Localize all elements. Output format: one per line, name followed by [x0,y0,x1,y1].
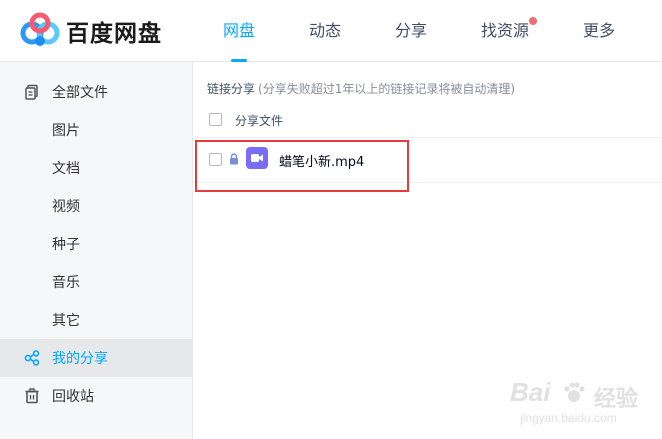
watermark-url: jingyan.baidu.com [520,411,617,425]
sidebar-item-label: 视频 [52,199,80,215]
sidebar-item-documents[interactable]: 文档 [0,149,193,187]
select-all-checkbox[interactable] [209,113,222,126]
sidebar-item-label: 图片 [52,123,80,139]
sidebar-item-torrents[interactable]: 种子 [0,225,193,263]
section-note: (分享失败超过1年以上的链接记录将被自动清理) [258,82,516,96]
sidebar-item-label: 文档 [52,161,80,177]
sidebar-item-label: 全部文件 [52,85,108,101]
sidebar-item-label: 其它 [52,313,80,329]
trash-icon [25,388,39,404]
nav-tab-more[interactable]: 更多 [583,0,615,62]
watermark-brand-cn: 经验 [594,387,639,412]
share-icon [24,350,40,366]
sidebar-item-label: 回收站 [52,389,94,405]
column-title-shared-files: 分享文件 [235,114,284,128]
nav-tab-label: 更多 [583,21,616,40]
top-nav: 网盘 动态 分享 找资源 更多 [0,0,662,62]
nav-tab-label: 分享 [395,21,428,40]
nav-tab-find-resources[interactable]: 找资源 [481,0,538,62]
top-header: 百度网盘 网盘 动态 分享 找资源 更多 [0,0,662,62]
all-files-icon [25,84,38,100]
sidebar-item-label: 音乐 [52,275,80,291]
sidebar-item-other[interactable]: 其它 [0,301,193,339]
baidu-netdisk-window: 百度网盘 网盘 动态 分享 找资源 更多 全部文件 图片 文档 视频 种子 音乐… [0,0,662,439]
sidebar-item-label: 我的分享 [52,351,108,367]
sidebar: 全部文件 图片 文档 视频 种子 音乐 其它 我的分享 回收站 [0,62,193,439]
list-column-header: 分享文件 [194,104,662,138]
paw-icon [564,382,585,402]
sidebar-item-my-shares[interactable]: 我的分享 [0,339,193,377]
sidebar-item-music[interactable]: 音乐 [0,263,193,301]
notification-dot [529,17,538,25]
section-header: 链接分享 (分享失败超过1年以上的链接记录将被自动清理) [207,80,515,97]
sidebar-item-label: 种子 [52,237,80,253]
nav-tab-netdisk[interactable]: 网盘 [223,0,255,62]
nav-tab-activity[interactable]: 动态 [309,0,341,62]
nav-tab-label: 动态 [309,21,342,40]
sidebar-item-videos[interactable]: 视频 [0,187,193,225]
highlight-annotation-box [195,140,409,192]
baidu-jingyan-watermark: Bai 经验 jingyan.baidu.com [494,377,644,429]
section-title: 链接分享 [207,82,256,96]
nav-tab-label: 找资源 [481,21,530,40]
sidebar-item-images[interactable]: 图片 [0,111,193,149]
nav-tab-share[interactable]: 分享 [395,0,427,62]
nav-tab-label: 网盘 [223,21,256,40]
sidebar-item-all-files[interactable]: 全部文件 [0,73,193,111]
sidebar-item-recycle-bin[interactable]: 回收站 [0,377,193,415]
watermark-brand: Bai [510,377,551,407]
